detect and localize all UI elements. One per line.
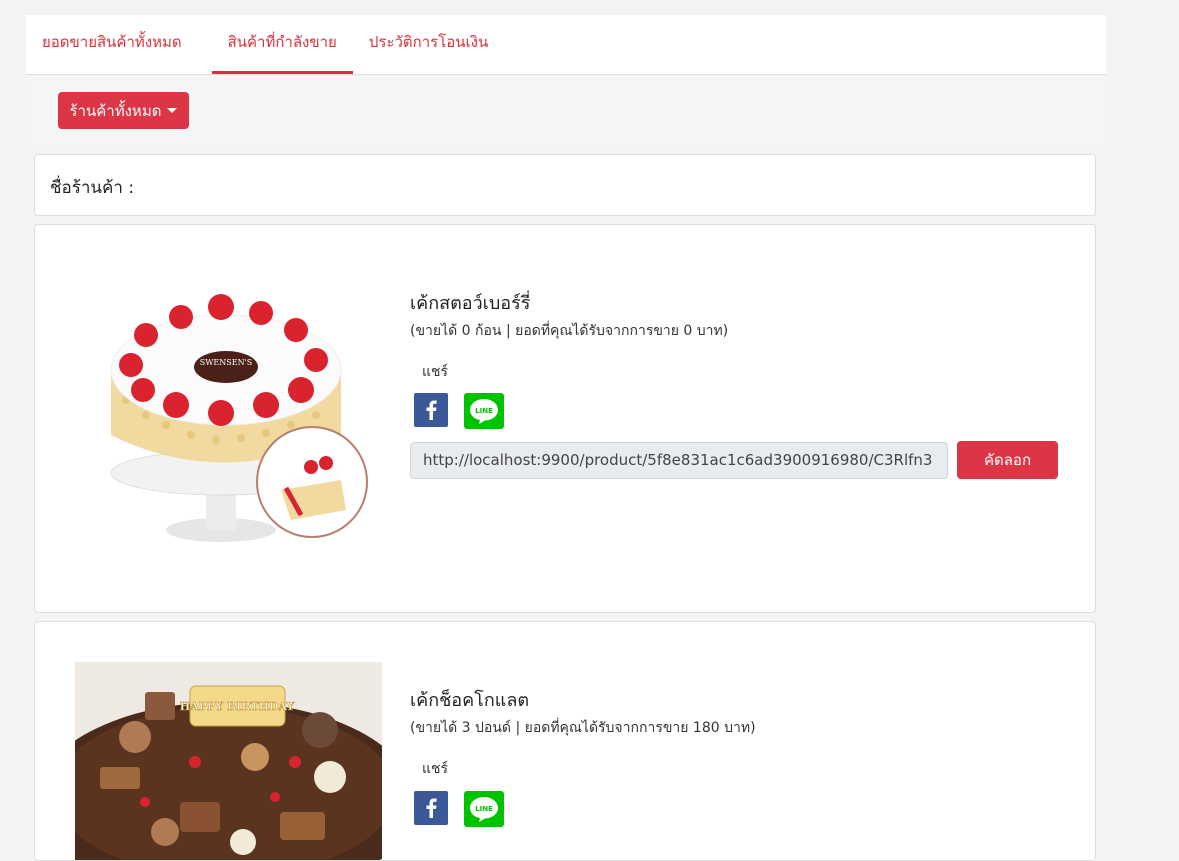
shop-filter-label: ร้านค้าทั้งหมด [69, 101, 162, 120]
product-link-field[interactable]: http://localhost:9900/product/5f8e831ac1… [410, 442, 948, 479]
line-icon: LINE [470, 399, 498, 424]
line-share-button[interactable]: LINE [464, 791, 504, 827]
share-buttons: LINE [414, 791, 504, 827]
product-title: เค้กช็อคโกแลต [410, 690, 530, 711]
copy-link-button[interactable]: คัดลอก [957, 441, 1058, 479]
product-sales-summary: (ขายได้ 3 ปอนด์ | ยอดที่คุณได้รับจากการข… [410, 720, 756, 736]
filter-bar: ร้านค้าทั้งหมด [26, 75, 1106, 145]
shop-name-card: ชื่อร้านค้า : [34, 154, 1096, 216]
cake-plaque-text: SWENSEN'S [200, 358, 253, 367]
shop-filter-dropdown[interactable]: ร้านค้าทั้งหมด [58, 92, 189, 129]
svg-text:LINE: LINE [475, 407, 493, 415]
facebook-share-button[interactable] [414, 791, 448, 825]
line-share-button[interactable]: LINE [464, 393, 504, 429]
svg-text:LINE: LINE [475, 805, 493, 813]
line-icon: LINE [470, 797, 498, 822]
caret-down-icon [167, 108, 178, 113]
share-label: แชร์ [422, 761, 449, 777]
strawberry-cake-image: SWENSEN'S [110, 294, 368, 542]
product-title: เค้กสตอว์เบอร์รี่ [410, 293, 531, 314]
facebook-share-button[interactable] [414, 393, 448, 427]
tab-total-sales[interactable]: ยอดขายสินค้าทั้งหมด [42, 15, 198, 74]
shop-name-label: ชื่อร้านค้า : [50, 178, 135, 198]
share-label: แชร์ [422, 364, 449, 380]
product-card: SWENSEN'S เค้กสตอว์เบอร์รี่ (ขายได้ 0 ก้… [34, 224, 1096, 613]
tab-bar: ยอดขายสินค้าทั้งหมด สินค้าที่กำลังขาย ปร… [26, 15, 1106, 75]
page-container: ยอดขายสินค้าทั้งหมด สินค้าที่กำลังขาย ปร… [26, 15, 1106, 145]
tab-transfer-history[interactable]: ประวัติการโอนเงิน [353, 15, 504, 74]
product-card: HAPPY BIRTHDAY เค้กช็อคโกแลต (ขายได้ 3 ป… [34, 621, 1096, 861]
facebook-icon [426, 798, 437, 818]
tab-products-on-sale[interactable]: สินค้าที่กำลังขาย [211, 15, 353, 74]
share-buttons: LINE [414, 393, 504, 429]
cake-topper-text: HAPPY BIRTHDAY [180, 700, 295, 713]
facebook-icon [426, 400, 437, 420]
chocolate-cake-image: HAPPY BIRTHDAY [75, 662, 382, 860]
product-sales-summary: (ขายได้ 0 ก้อน | ยอดที่คุณได้รับจากการขา… [410, 323, 729, 339]
